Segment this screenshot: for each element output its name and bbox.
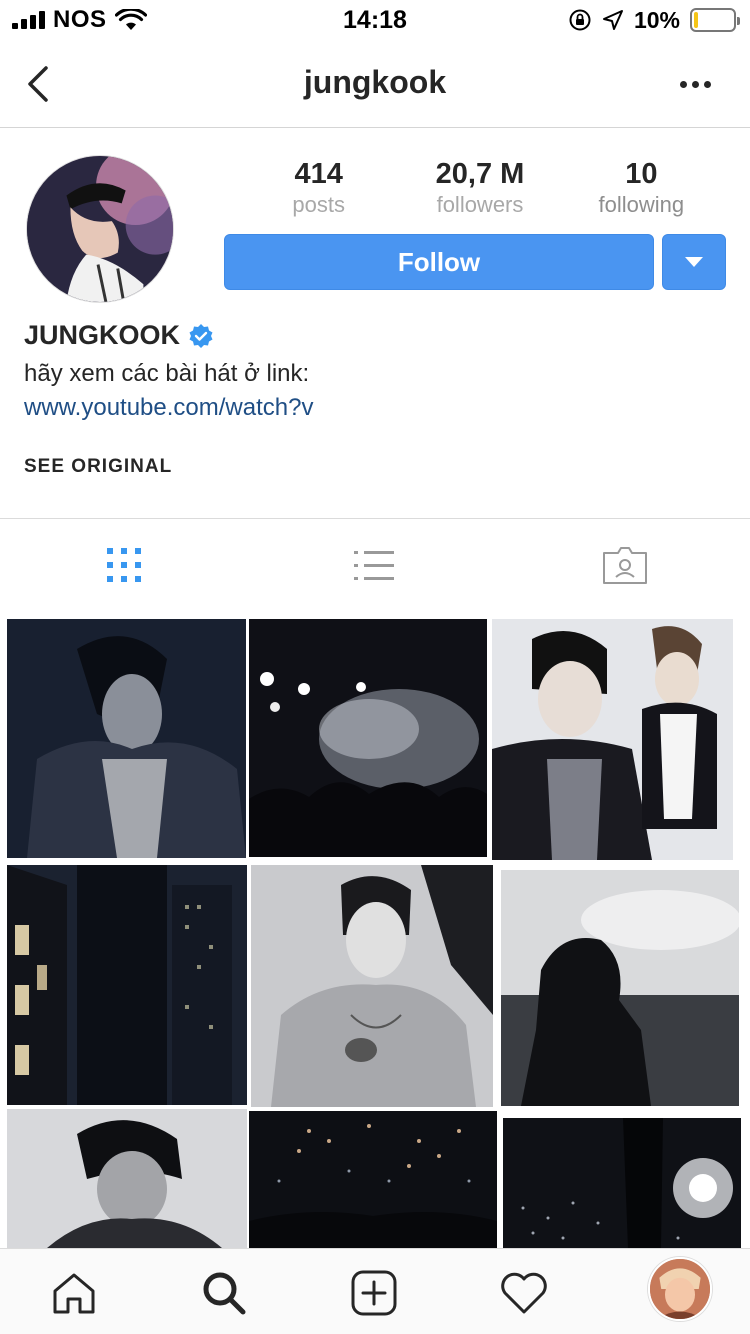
caret-down-icon <box>685 257 703 267</box>
stat-posts[interactable]: 414 posts <box>238 158 399 220</box>
grid-photo[interactable] <box>251 865 493 1107</box>
battery-level <box>694 12 698 28</box>
grid-photo[interactable] <box>249 619 487 857</box>
photo-two-people <box>492 619 733 860</box>
nav-header: jungkook <box>0 40 750 128</box>
followers-count: 20,7 M <box>435 158 525 190</box>
search-icon <box>203 1272 246 1315</box>
battery-icon <box>690 8 740 32</box>
tab-add-post[interactable] <box>346 1265 402 1321</box>
grid-photo[interactable] <box>7 1109 247 1248</box>
stat-following[interactable]: 10 following <box>561 158 722 220</box>
tab-home[interactable] <box>46 1265 102 1321</box>
photo-concert <box>249 619 487 857</box>
stat-followers[interactable]: 20,7 M followers <box>399 158 560 220</box>
status-bar: NOS 14:18 10% <box>0 0 750 40</box>
bottom-tab-bar <box>0 1248 750 1334</box>
profile-bio: hãy xem các bài hát ở link: <box>24 360 310 387</box>
posts-count: 414 <box>294 158 343 190</box>
tab-list-view[interactable] <box>344 540 404 590</box>
profile-avatar-icon <box>650 1259 710 1319</box>
tab-grid-view[interactable] <box>94 540 154 590</box>
grid-photo[interactable] <box>492 619 733 860</box>
divider <box>0 518 750 519</box>
photo-fireworks <box>249 1111 497 1248</box>
photo-ocean-silhouette <box>501 870 739 1106</box>
grid-photo[interactable] <box>7 619 246 858</box>
photo-portrait-dark <box>7 619 246 858</box>
following-label: following <box>598 192 685 217</box>
status-right: 10% <box>568 6 740 34</box>
grid-photo[interactable] <box>503 1118 741 1248</box>
photo-city-night <box>7 865 247 1105</box>
tab-activity[interactable] <box>496 1265 552 1321</box>
following-count: 10 <box>625 158 658 190</box>
grid-photo[interactable] <box>249 1111 497 1248</box>
verified-badge-icon <box>189 323 213 348</box>
location-icon <box>602 10 623 30</box>
more-options-button[interactable] <box>680 72 720 96</box>
suggestions-dropdown-button[interactable] <box>662 234 726 290</box>
tab-profile[interactable] <box>648 1257 712 1321</box>
list-icon <box>354 550 394 580</box>
heart-icon <box>501 1272 547 1314</box>
home-icon <box>53 1273 95 1314</box>
avatar-photo <box>27 156 173 302</box>
photo-performer-bw <box>251 865 493 1107</box>
profile-link[interactable]: www.youtube.com/watch?v <box>24 394 313 422</box>
add-post-icon <box>351 1270 397 1316</box>
page-title: jungkook <box>303 64 447 100</box>
posts-label: posts <box>292 192 345 217</box>
photo-stage-lights <box>503 1118 741 1248</box>
more-icon <box>680 80 687 88</box>
grid-photo[interactable] <box>501 870 739 1106</box>
profile-avatar[interactable] <box>26 155 174 303</box>
profile-name: JUNGKOOK <box>24 320 181 350</box>
follow-button[interactable]: Follow <box>224 234 654 290</box>
tab-search[interactable] <box>196 1265 252 1321</box>
photo-portrait-hat <box>7 1109 247 1248</box>
profile-name-row: JUNGKOOK <box>24 320 214 351</box>
tagged-icon <box>603 547 647 584</box>
battery-percentage: 10% <box>633 6 680 33</box>
see-original-button[interactable]: SEE ORIGINAL <box>24 456 172 478</box>
followers-label: followers <box>436 192 524 217</box>
profile-stats: 414 posts 20,7 M followers 10 following <box>238 158 722 220</box>
rotation-lock-icon <box>569 9 591 31</box>
tab-tagged-view[interactable] <box>595 540 655 590</box>
grid-photo[interactable] <box>7 865 247 1105</box>
grid-icon <box>107 548 141 582</box>
